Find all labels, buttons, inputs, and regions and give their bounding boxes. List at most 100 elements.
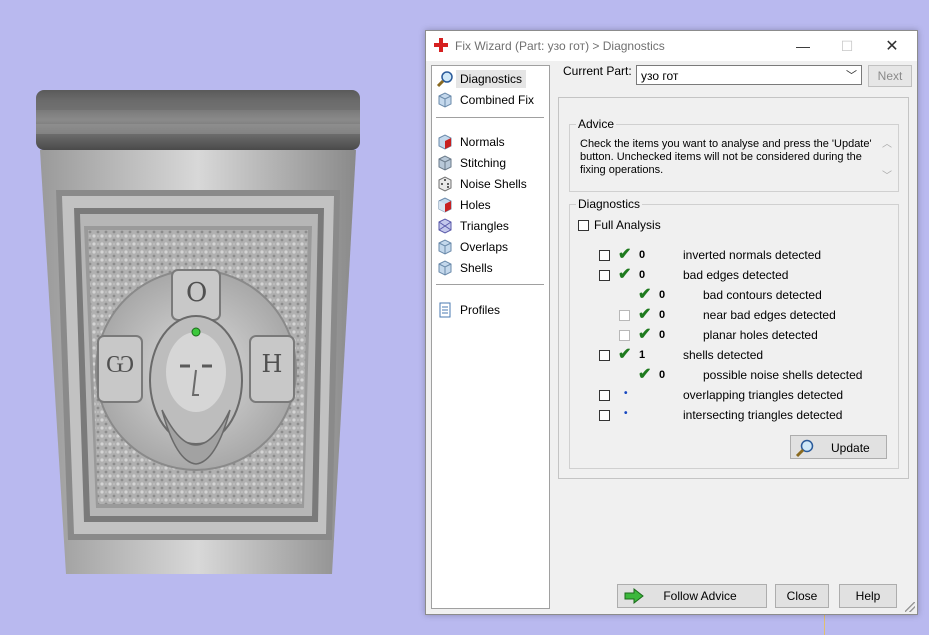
document-icon [436,301,454,319]
model-letter-left: Ѡ [106,350,135,378]
row-checkbox[interactable] [619,310,630,321]
diag-row-near-bad-edges: ✔ 0 near bad edges detected [570,305,898,325]
row-checkbox[interactable] [599,390,610,401]
title-bar[interactable]: Fix Wizard (Part: узо гот) > Diagnostics… [426,31,917,61]
nav-item-shells[interactable]: Shells [436,258,546,278]
minimize-button[interactable]: — [780,31,826,61]
cube-icon [436,238,454,256]
green-check-icon: ✔ [638,326,652,343]
row-label: bad contours detected [703,288,822,302]
green-check-icon: ✔ [618,346,632,363]
green-arrow-icon [623,587,645,608]
nav-label: Shells [460,261,493,275]
advice-text: Check the items you want to analyse and … [580,138,872,176]
model-letter-top: О [186,278,208,308]
nav-item-combined-fix[interactable]: Combined Fix [436,90,546,110]
red-cross-icon [434,38,448,52]
nav-label: Noise Shells [460,177,527,191]
nav-label: Holes [460,198,491,212]
full-analysis-row[interactable]: Full Analysis [578,218,661,232]
diagnostics-title: Diagnostics [576,197,643,211]
row-label: possible noise shells detected [703,368,863,382]
row-count: 0 [639,249,646,261]
nav-separator [436,117,544,118]
nav-item-noise-shells[interactable]: Noise Shells [436,174,546,194]
row-count: 0 [659,329,666,341]
scroll-down-icon[interactable]: ﹀ [882,167,892,182]
cube-hole-icon [436,196,454,214]
cube-icon [436,259,454,277]
row-checkbox[interactable] [599,250,610,261]
diag-row-inverted-normals: ✔ 0 inverted normals detected [570,245,898,265]
nav-item-profiles[interactable]: Profiles [436,300,546,320]
magnifier-icon [436,70,454,88]
nav-item-diagnostics[interactable]: Diagnostics [436,69,546,89]
resize-grip-icon[interactable] [905,602,915,612]
follow-advice-label: Follow Advice [663,589,737,603]
pending-dot-icon: • [624,388,628,399]
help-button[interactable]: Help [839,584,897,608]
diagnostics-group: Diagnostics Full Analysis ✔ 0 inverted n… [569,197,899,469]
3d-model-pendant[interactable]: О Ѡ Н [36,90,360,576]
diag-row-overlapping-triangles: • overlapping triangles detected [570,385,898,405]
diag-row-noise-shells: ✔ 0 possible noise shells detected [570,365,898,385]
magnifier-icon [795,438,815,461]
model-letter-right: Н [261,350,283,378]
nav-item-triangles[interactable]: Triangles [436,216,546,236]
current-part-label: Current Part: [563,64,632,78]
row-label: intersecting triangles detected [683,408,843,422]
axis-guide-line [824,612,825,635]
scroll-up-icon[interactable]: ︿ [882,135,892,150]
chevron-down-icon: ﹀ [846,70,857,82]
nav-label: Diagnostics [456,70,527,88]
current-part-select[interactable]: узо гот ﹀ [636,65,862,85]
window-title: Fix Wizard (Part: узо гот) > Diagnostics [455,39,665,53]
nav-item-stitching[interactable]: Stitching [436,153,546,173]
nav-item-normals[interactable]: Normals [436,132,546,152]
row-checkbox[interactable] [599,350,610,361]
nav-label: Normals [460,135,505,149]
green-check-icon: ✔ [618,246,632,263]
close-window-button[interactable]: ✕ [869,31,915,61]
nav-label: Overlaps [460,240,509,254]
row-label: planar holes detected [703,328,818,342]
row-count: 0 [659,309,666,321]
update-button[interactable]: Update [790,435,887,459]
nav-separator [436,284,544,285]
nav-label: Profiles [460,303,501,317]
diag-row-planar-holes: ✔ 0 planar holes detected [570,325,898,345]
row-checkbox[interactable] [619,330,630,341]
row-label: shells detected [683,348,764,362]
row-count: 0 [659,369,666,381]
row-label: inverted normals detected [683,248,822,262]
current-part-value: узо гот [641,69,679,83]
cube-icon [436,154,454,172]
nav-label: Stitching [460,156,507,170]
green-check-icon: ✔ [638,286,652,303]
row-label: overlapping triangles detected [683,388,844,402]
nav-item-overlaps[interactable]: Overlaps [436,237,546,257]
row-label: near bad edges detected [703,308,836,322]
nav-label: Combined Fix [460,93,535,107]
row-checkbox[interactable] [599,410,610,421]
green-check-icon: ✔ [638,366,652,383]
diagnostics-panel: Advice Check the items you want to analy… [558,97,909,479]
full-analysis-checkbox[interactable] [578,219,589,231]
dice-icon [436,175,454,193]
nav-item-holes[interactable]: Holes [436,195,546,215]
maximize-button[interactable]: ☐ [824,31,870,61]
follow-advice-button[interactable]: Follow Advice [617,584,767,608]
red-face-cube-icon [436,133,454,151]
wizard-nav-panel: Diagnostics Combined Fix Normals Stitchi… [431,65,550,609]
cube-triangles-icon [436,217,454,235]
nav-label: Triangles [460,219,509,233]
row-label: bad edges detected [683,268,789,282]
green-check-icon: ✔ [638,306,652,323]
row-count: 1 [639,349,646,361]
update-label: Update [831,441,870,455]
close-button[interactable]: Close [775,584,829,608]
row-checkbox[interactable] [599,270,610,281]
full-analysis-label: Full Analysis [594,218,661,232]
next-button[interactable]: Next [868,65,912,87]
fix-wizard-dialog: Fix Wizard (Part: узо гот) > Diagnostics… [425,30,918,615]
